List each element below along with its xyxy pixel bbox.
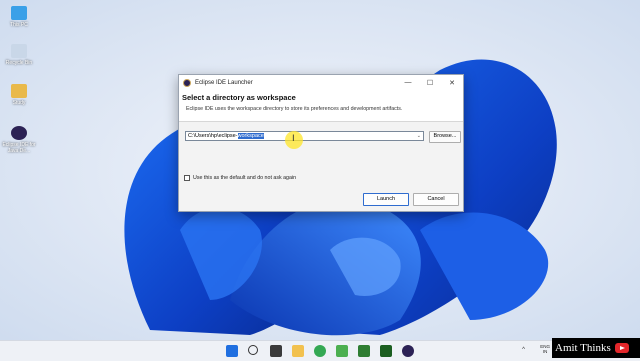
chevron-down-icon[interactable]: ⌄ (417, 132, 421, 140)
taskbar: ^ ENG IN (0, 340, 640, 361)
language-indicator[interactable]: ENG IN (540, 344, 550, 354)
dialog-title: Eclipse IDE Launcher (195, 79, 253, 86)
task-view-icon[interactable] (270, 345, 282, 357)
channel-watermark: Amit Thinks (552, 338, 640, 358)
notepad-icon[interactable] (336, 345, 348, 357)
desktop-icon-recycle-bin[interactable]: Recycle Bin (2, 44, 36, 66)
eclipse-c-icon[interactable] (358, 345, 370, 357)
eclipse-taskbar-icon[interactable] (402, 345, 414, 357)
console-c-icon[interactable] (380, 345, 392, 357)
desktop-icon-eclipse[interactable]: Eclipse IDE for Java De... (2, 126, 36, 154)
launch-button[interactable]: Launch (363, 193, 409, 206)
default-checkbox-label: Use this as the default and do not ask a… (193, 175, 297, 181)
chrome-icon[interactable] (314, 345, 326, 357)
folder-icon (11, 84, 27, 98)
this-pc-icon (11, 6, 27, 20)
dialog-heading: Select a directory as workspace (182, 93, 296, 102)
desktop-icon-this-pc[interactable]: This PC (2, 6, 36, 28)
default-checkbox[interactable] (184, 175, 190, 181)
desktop-icon-study[interactable]: Study (2, 84, 36, 106)
dialog-titlebar[interactable]: Eclipse IDE Launcher — ☐ ✕ (179, 75, 463, 90)
chevron-up-icon[interactable]: ^ (522, 347, 525, 353)
youtube-icon (614, 343, 629, 353)
close-button[interactable]: ✕ (441, 75, 463, 90)
windows-start-icon[interactable] (226, 345, 238, 357)
file-explorer-icon[interactable] (292, 345, 304, 357)
recycle-bin-icon (11, 44, 27, 58)
search-icon[interactable] (248, 345, 258, 355)
browse-button[interactable]: Browse... (429, 131, 461, 143)
default-workspace-option[interactable]: Use this as the default and do not ask a… (184, 175, 296, 181)
dialog-description: Eclipse IDE uses the workspace directory… (186, 106, 403, 112)
maximize-button[interactable]: ☐ (419, 75, 441, 90)
workspace-combo[interactable]: C:\Users\hp\eclipse-workspace ⌄ (185, 131, 424, 141)
dialog-banner: Select a directory as workspace Eclipse … (179, 90, 463, 122)
minimize-button[interactable]: — (397, 75, 419, 90)
eclipse-icon (183, 78, 191, 87)
watermark-text: Amit Thinks (555, 342, 611, 354)
eclipse-icon (11, 126, 27, 140)
workspace-path-prefix: C:\Users\hp\eclipse- (188, 133, 238, 139)
cancel-button[interactable]: Cancel (413, 193, 459, 206)
eclipse-launcher-dialog: Eclipse IDE Launcher — ☐ ✕ Select a dire… (178, 74, 464, 212)
workspace-path-selected: workspace (237, 133, 264, 139)
text-cursor-icon: I (292, 134, 295, 144)
